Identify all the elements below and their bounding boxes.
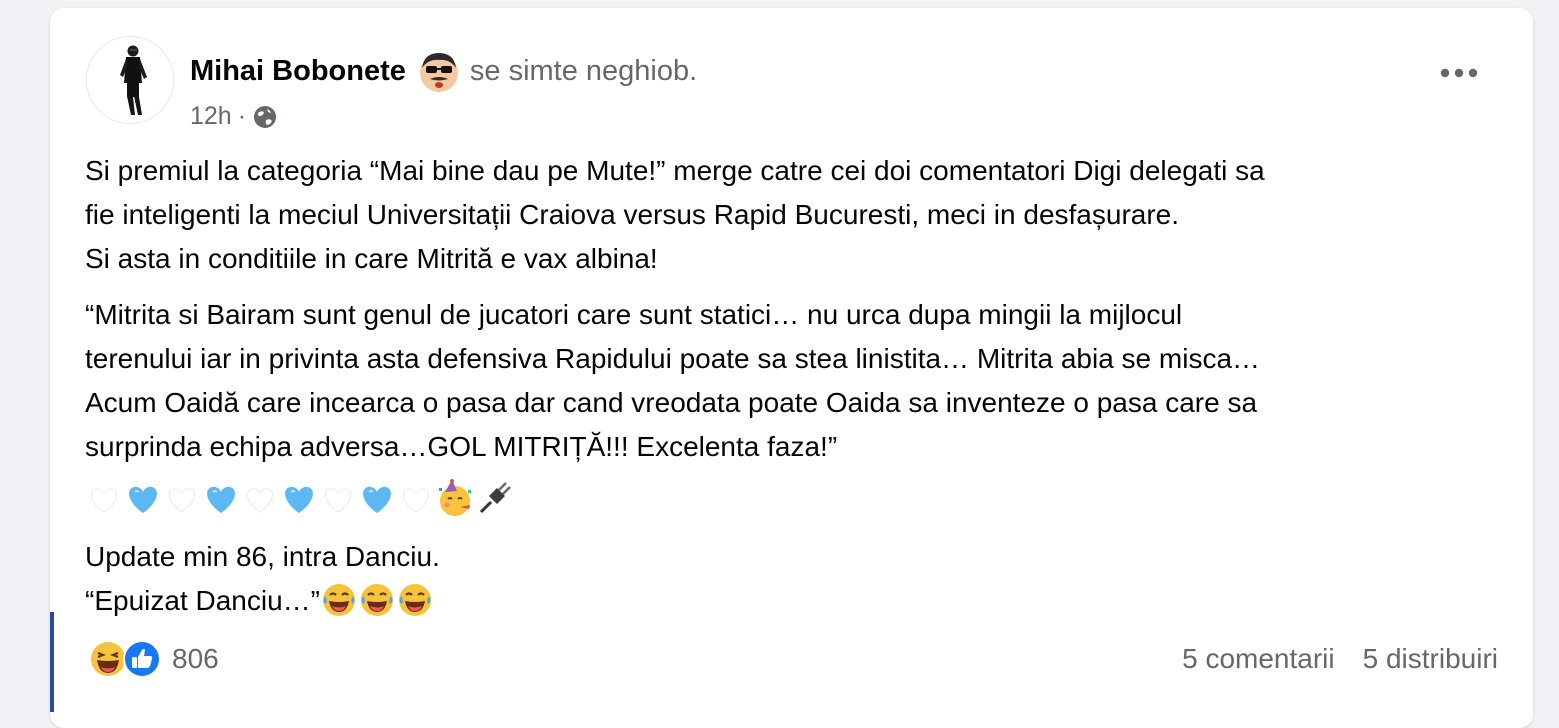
white-heart-icon [85, 478, 123, 518]
text-line: “Epuizat Danciu…” [85, 585, 320, 616]
text-line: fie inteligenti la meciul Universitații … [85, 199, 1180, 230]
post-timestamp[interactable]: 12h [190, 102, 232, 131]
shares-count-link[interactable]: 5 distribuiri [1363, 643, 1498, 675]
engagement-stats: 5 comentarii 5 distribuiri [1182, 643, 1498, 675]
author-avatar[interactable] [86, 36, 174, 124]
author-name[interactable]: Mihai Bobonete [190, 55, 406, 88]
white-heart-icon [163, 478, 201, 518]
text-line: terenului iar in privinta asta defensiva… [85, 343, 1261, 374]
party-face-icon [435, 478, 475, 518]
post-paragraph-quote: “Mitrita si Bairam sunt genul de jucator… [85, 293, 1505, 469]
post-footer: 806 5 comentarii 5 distribuiri [88, 636, 1498, 682]
text-line: Update min 86, intra Danciu. [85, 541, 440, 572]
post-meta: 12h · [190, 102, 278, 131]
text-line-with-emoji: “Epuizat Danciu…” [85, 579, 1505, 623]
post-paragraph-intro: Si premiul la categoria “Mai bine dau pe… [85, 149, 1505, 281]
text-line: Si premiul la categoria “Mai bine dau pe… [85, 155, 1265, 186]
left-accent-bar [50, 612, 54, 712]
light-blue-heart-icon [279, 478, 319, 518]
feeling-text: se simte neghiob. [469, 54, 698, 87]
post-card: Mihai Bobonete se simte neghiob. 12h · S… [50, 8, 1533, 728]
emoji-row [85, 473, 1505, 523]
like-reaction-icon [122, 639, 162, 679]
laughing-tears-icon [320, 580, 358, 618]
post-paragraph-update: Update min 86, intra Danciu. “Epuizat Da… [85, 535, 1505, 623]
text-line: “Mitrita si Bairam sunt genul de jucator… [85, 299, 1183, 330]
laughing-tears-icon [358, 580, 396, 618]
more-options-button[interactable] [1434, 56, 1484, 90]
globe-icon[interactable] [252, 104, 278, 130]
comments-count-link[interactable]: 5 comentarii [1182, 643, 1335, 675]
reaction-count: 806 [172, 643, 219, 674]
electric-plug-icon [475, 478, 515, 518]
foolish-face-icon [416, 48, 462, 94]
post-body: Si premiul la categoria “Mai bine dau pe… [85, 149, 1505, 623]
white-heart-icon [319, 478, 357, 518]
reactions-summary[interactable]: 806 [88, 639, 219, 679]
white-heart-icon [397, 478, 435, 518]
laughing-tears-icon [396, 580, 434, 618]
text-line: surprinda echipa adversa…GOL MITRIȚĂ!!! … [85, 431, 838, 462]
meta-separator: · [237, 102, 247, 130]
light-blue-heart-icon [123, 478, 163, 518]
white-heart-icon [241, 478, 279, 518]
light-blue-heart-icon [357, 478, 397, 518]
text-line: Acum Oaidă care incearca o pasa dar cand… [85, 387, 1258, 418]
post-header: Mihai Bobonete se simte neghiob. [190, 48, 697, 94]
light-blue-heart-icon [201, 478, 241, 518]
text-line: Si asta in conditiile in care Mitrită e … [85, 243, 658, 274]
more-options-icon [1440, 68, 1478, 78]
